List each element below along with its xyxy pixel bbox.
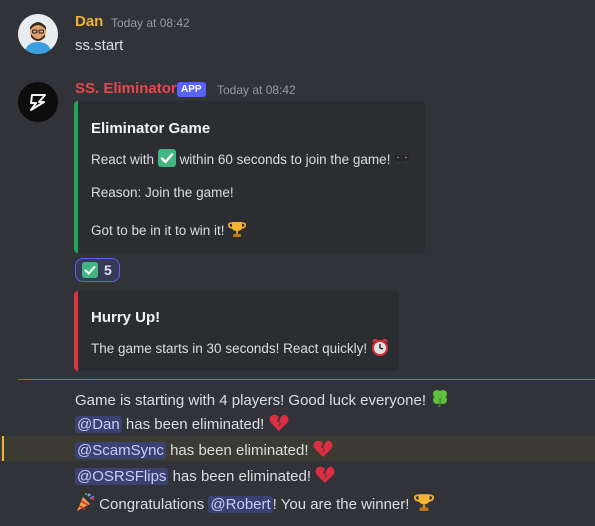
mention-dan[interactable]: @Dan: [75, 416, 122, 433]
mention-robert[interactable]: @Robert: [208, 496, 273, 513]
message-text: has been eliminated!: [125, 416, 265, 433]
user-avatar-icon: [18, 14, 58, 54]
new-messages-divider: [18, 379, 595, 380]
message-text: has been eliminated!: [170, 442, 309, 459]
embed-line-starts: The game starts in 30 seconds! React qui…: [91, 338, 389, 359]
line-congratulations: Congratulations @Robert! You are the win…: [75, 492, 434, 516]
mention-scamsync[interactable]: @ScamSync: [75, 442, 166, 459]
embed-text: within 60 seconds to join the game!: [179, 152, 391, 167]
message-text: has been eliminated!: [172, 468, 312, 485]
line-eliminated-osrsflips: @OSRSFlips has been eliminated!: [75, 466, 335, 488]
embed-accent-bar: [74, 291, 78, 371]
embed-text: The game starts in 30 seconds! React qui…: [91, 341, 368, 356]
butterfly-icon: [394, 153, 410, 170]
embed-text: Got to be in it to win it!: [91, 223, 225, 238]
embed-accent-bar: [74, 101, 78, 253]
embed-eliminator-game: Eliminator Game React with within 60 sec…: [74, 101, 425, 253]
embed-title: Hurry Up!: [91, 309, 161, 326]
username-dan[interactable]: Dan: [75, 13, 103, 30]
message-text: ss.start: [75, 37, 124, 54]
username-bot[interactable]: SS. Eliminator: [75, 80, 177, 97]
message-text: Congratulations: [99, 496, 205, 513]
embed-hurry-up: Hurry Up! The game starts in 30 seconds!…: [74, 291, 399, 371]
line-eliminated-scamsync: @ScamSync has been eliminated!: [75, 440, 333, 462]
trophy-icon: [228, 220, 247, 241]
timestamp: Today at 08:42: [111, 16, 190, 30]
broken-heart-icon: [269, 414, 289, 436]
alarm-clock-icon: [371, 338, 389, 359]
reaction-check[interactable]: 5: [75, 258, 120, 282]
check-mark-icon: [82, 262, 98, 283]
broken-heart-icon: [315, 466, 335, 488]
broken-heart-icon: [313, 440, 333, 462]
row-highlight-marker: [2, 436, 4, 461]
message-text: ! You are the winner!: [272, 496, 410, 513]
mention-osrsflips[interactable]: @OSRSFlips: [75, 468, 169, 485]
app-badge: APP: [177, 82, 206, 97]
embed-line-react: React with within 60 seconds to join the…: [91, 149, 410, 170]
message-text: Game is starting with 4 players! Good lu…: [75, 392, 426, 409]
bot-logo-icon: [18, 82, 58, 122]
four-leaf-clover-icon: [430, 388, 450, 412]
reaction-count: 5: [104, 262, 112, 278]
embed-line-winit: Got to be in it to win it!: [91, 220, 247, 241]
avatar-dan[interactable]: [18, 14, 58, 54]
line-eliminated-dan: @Dan has been eliminated!: [75, 414, 289, 436]
line-game-starting: Game is starting with 4 players! Good lu…: [75, 388, 450, 412]
avatar-bot[interactable]: [18, 82, 58, 122]
timestamp: Today at 08:42: [217, 83, 296, 97]
embed-line-reason: Reason: Join the game!: [91, 185, 234, 200]
embed-title: Eliminator Game: [91, 120, 211, 137]
embed-text: React with: [91, 152, 155, 167]
check-mark-icon: [157, 149, 176, 170]
trophy-icon: [413, 492, 434, 516]
party-popper-icon: [75, 492, 95, 516]
